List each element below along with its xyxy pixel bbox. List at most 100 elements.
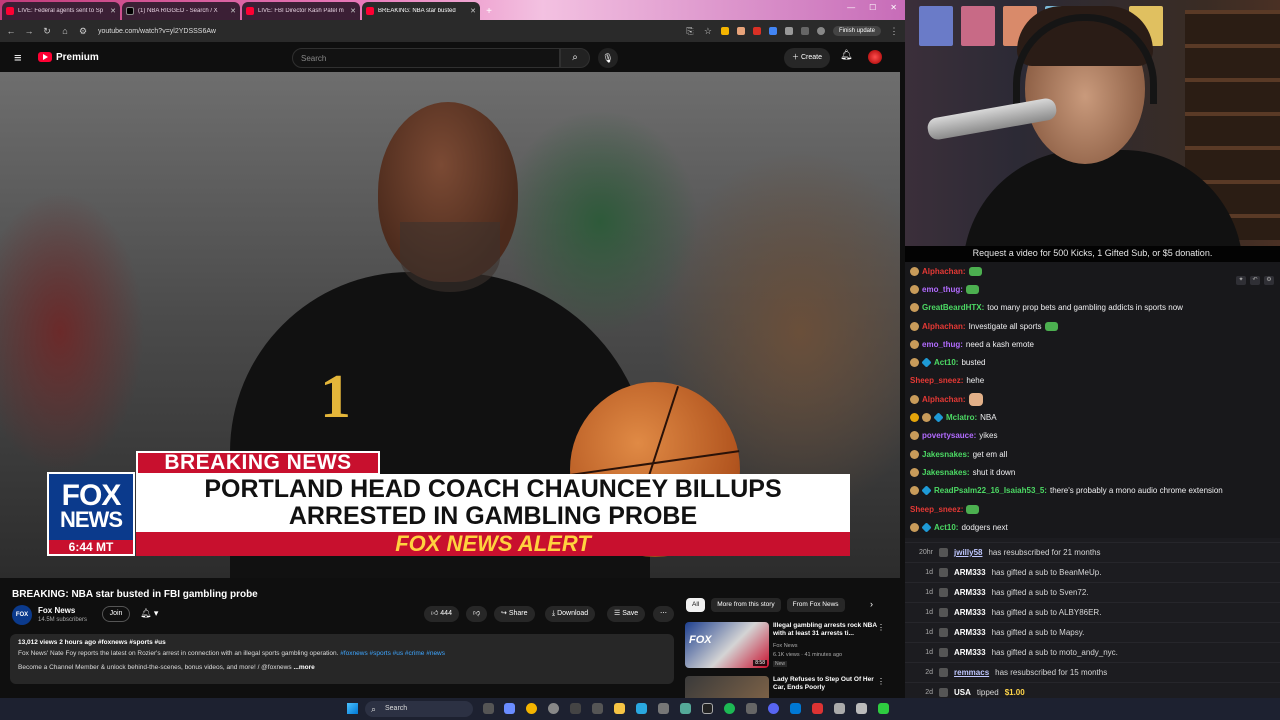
- search-button[interactable]: ⌕: [560, 48, 590, 68]
- app-icon[interactable]: [702, 703, 713, 714]
- app-icon[interactable]: [570, 703, 581, 714]
- share-button[interactable]: ↪ Share: [494, 606, 535, 622]
- chat-username[interactable]: ReadPsalm22_16_Isaiah53_5:: [934, 486, 1047, 495]
- video-player[interactable]: 1 BREAKING NEWS FOX NEWS 6:44 MT PORTLAN…: [0, 72, 900, 578]
- extension-icon[interactable]: [736, 27, 745, 35]
- chat-username[interactable]: Alphachan:: [922, 267, 966, 276]
- event-user[interactable]: remmacs: [954, 668, 989, 677]
- taskbar-search[interactable]: Search: [365, 701, 473, 717]
- like-button[interactable]: 👍︎ 444: [424, 606, 459, 622]
- channel-name[interactable]: Fox News: [38, 606, 75, 615]
- dislike-button[interactable]: 👎︎: [466, 606, 488, 622]
- app-icon[interactable]: [812, 703, 823, 714]
- event-user[interactable]: ARM333: [954, 588, 986, 597]
- chip-from-fox-news[interactable]: From Fox News: [786, 598, 845, 612]
- event-user[interactable]: USA: [954, 688, 971, 697]
- description-hashtags[interactable]: #foxnews #sports #us #crime #news: [340, 650, 445, 657]
- close-tab-icon[interactable]: ✕: [230, 7, 236, 15]
- obs-icon[interactable]: [548, 703, 559, 714]
- chat-username[interactable]: Alphachan:: [922, 322, 966, 331]
- file-explorer-icon[interactable]: [614, 703, 625, 714]
- maximize-icon[interactable]: ☐: [869, 3, 876, 12]
- install-icon[interactable]: ⎘: [685, 26, 695, 37]
- search-input[interactable]: Search: [292, 48, 560, 68]
- voice-search-button[interactable]: 🎙︎: [598, 48, 618, 68]
- video-thumbnail[interactable]: [685, 676, 769, 698]
- more-actions-button[interactable]: ⋯: [653, 606, 674, 622]
- event-user[interactable]: jwilly58: [954, 548, 982, 557]
- telegram-icon[interactable]: [636, 703, 647, 714]
- recommended-title[interactable]: Illegal gambling arrests rock NBA with a…: [773, 622, 877, 638]
- home-icon[interactable]: ⌂: [60, 26, 70, 36]
- extension-icon[interactable]: [720, 27, 729, 35]
- finish-update-button[interactable]: Finish update: [832, 26, 881, 36]
- spotify-icon[interactable]: [724, 703, 735, 714]
- menu-dots-icon[interactable]: ⋮: [889, 26, 899, 37]
- reload-icon[interactable]: ↻: [42, 26, 52, 37]
- more-dots-icon[interactable]: ⋮: [877, 677, 885, 686]
- chat-username[interactable]: GreatBeardHTX:: [922, 303, 984, 312]
- more-dots-icon[interactable]: ⋮: [877, 623, 885, 632]
- chat-username[interactable]: Act10:: [934, 358, 958, 367]
- chat-username[interactable]: emo_thug:: [922, 340, 963, 349]
- chat-username[interactable]: Sheep_sneez:: [910, 376, 963, 385]
- event-user[interactable]: ARM333: [954, 628, 986, 637]
- recommended-title[interactable]: Lady Refuses to Step Out Of Her Car, End…: [773, 676, 877, 692]
- forward-icon[interactable]: →: [24, 26, 34, 36]
- hamburger-menu-icon[interactable]: ≡: [14, 50, 30, 65]
- close-tab-icon[interactable]: ✕: [110, 7, 116, 15]
- event-user[interactable]: ARM333: [954, 568, 986, 577]
- undo-icon[interactable]: ↶: [1250, 276, 1260, 285]
- chat-username[interactable]: povertysauce:: [922, 431, 976, 440]
- minimize-icon[interactable]: —: [847, 3, 855, 12]
- youtube-logo[interactable]: Premium: [38, 52, 99, 63]
- new-tab-button[interactable]: +: [482, 6, 496, 17]
- chip-more-from-story[interactable]: More from this story: [711, 598, 781, 612]
- app-icon[interactable]: [790, 703, 801, 714]
- windows-start-icon[interactable]: [347, 703, 358, 714]
- puzzle-icon[interactable]: [784, 27, 793, 35]
- recommended-video[interactable]: Lady Refuses to Step Out Of Her Car, End…: [685, 676, 897, 698]
- chrome-icon[interactable]: [526, 703, 537, 714]
- bookmark-star-icon[interactable]: ☆: [703, 26, 713, 37]
- event-user[interactable]: ARM333: [954, 648, 986, 657]
- browser-tab[interactable]: LIVE: FBI Director Kash Patel m ✕: [242, 2, 360, 20]
- app-icon[interactable]: [878, 703, 889, 714]
- browser-tab-active[interactable]: BREAKING: NBA star busted ✕: [362, 2, 480, 20]
- browser-tab[interactable]: LIVE: Federal agents sent to Sp ✕: [2, 2, 120, 20]
- app-icon[interactable]: [834, 703, 845, 714]
- chat-username[interactable]: Act10:: [934, 523, 958, 532]
- site-info-icon[interactable]: ⚙: [78, 26, 88, 37]
- app-icon[interactable]: [658, 703, 669, 714]
- close-window-icon[interactable]: ✕: [890, 3, 897, 12]
- sidebar-icon[interactable]: [800, 27, 809, 35]
- create-button[interactable]: ＋ Create: [784, 48, 830, 68]
- show-more-link[interactable]: ...more: [293, 664, 314, 671]
- video-thumbnail[interactable]: FOX 8:58: [685, 622, 769, 668]
- task-view-icon[interactable]: [483, 703, 494, 714]
- handle-link[interactable]: / @foxnews: [258, 664, 292, 671]
- join-button[interactable]: Join: [102, 606, 130, 622]
- event-user[interactable]: ARM333: [954, 608, 986, 617]
- chat-username[interactable]: Mclatro:: [946, 413, 977, 422]
- back-icon[interactable]: ←: [6, 26, 16, 36]
- chat-username[interactable]: Alphachan:: [922, 395, 966, 404]
- chat-username[interactable]: emo_thug:: [922, 285, 963, 294]
- app-icon[interactable]: [504, 703, 515, 714]
- account-avatar[interactable]: [868, 50, 882, 64]
- settings-icon[interactable]: ⚙: [1264, 276, 1274, 285]
- chat-username[interactable]: Jakesnakes:: [922, 468, 970, 477]
- save-button[interactable]: ☰ Save: [607, 606, 646, 622]
- app-icon[interactable]: [856, 703, 867, 714]
- app-icon[interactable]: [680, 703, 691, 714]
- channel-avatar[interactable]: FOX: [12, 605, 32, 625]
- discord-icon[interactable]: [768, 703, 779, 714]
- close-tab-icon[interactable]: ✕: [470, 7, 476, 15]
- extension-icon[interactable]: [768, 27, 777, 35]
- app-icon[interactable]: [592, 703, 603, 714]
- chevron-right-icon[interactable]: ›: [870, 599, 873, 609]
- pin-icon[interactable]: ✦: [1236, 276, 1246, 285]
- profile-icon[interactable]: [816, 27, 825, 35]
- chat-username[interactable]: Sheep_sneez:: [910, 505, 963, 514]
- close-tab-icon[interactable]: ✕: [350, 7, 356, 15]
